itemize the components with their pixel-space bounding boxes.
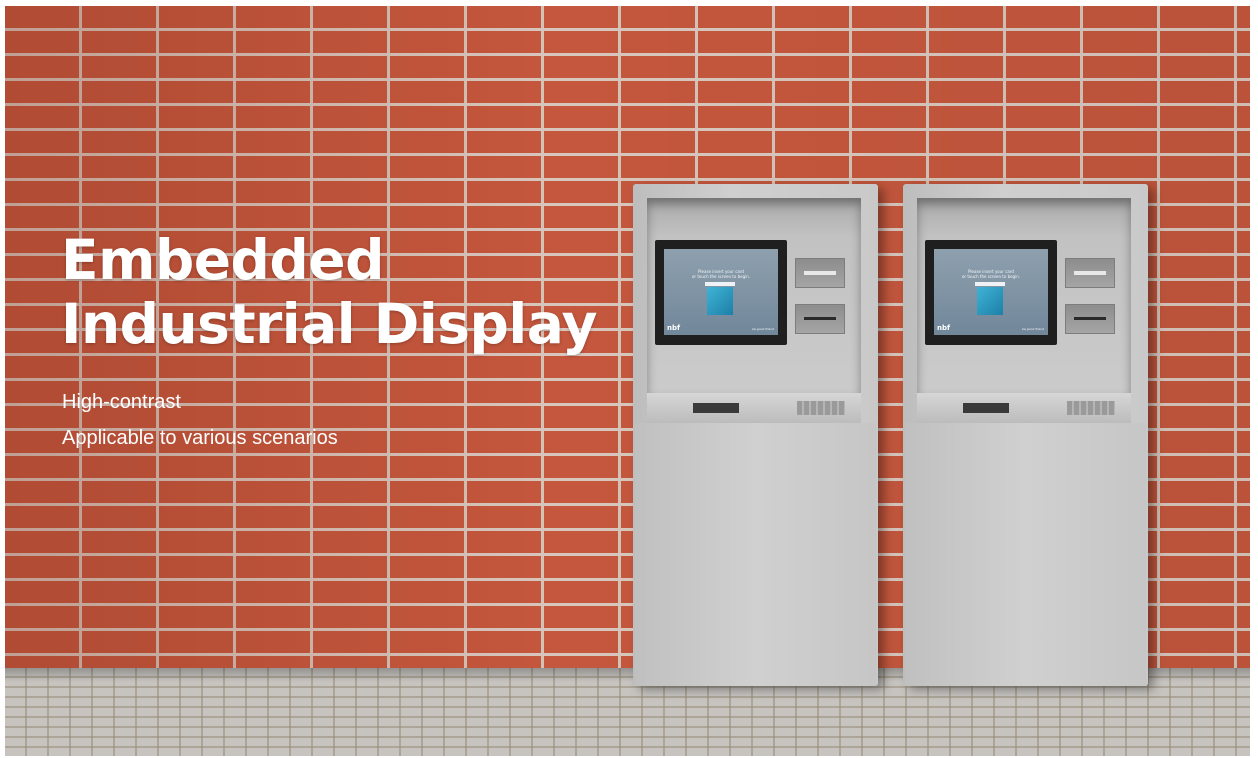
- receipt-slot-opening: [804, 271, 836, 275]
- card-reader: [693, 403, 739, 413]
- feature-item-scenarios: Applicable to various scenarios: [62, 427, 338, 449]
- card-slot-graphic: [705, 282, 735, 286]
- card-slot-graphic: [975, 282, 1005, 286]
- kiosk-display: Please insert your card or touch the scr…: [664, 249, 778, 335]
- kiosk-message-line2: or touch the screen to begin.: [691, 274, 751, 279]
- card-icon: [977, 287, 1003, 315]
- kiosk-right: Please insert your card or touch the scr…: [903, 184, 1148, 686]
- kiosk-recess: Please insert your card or touch the scr…: [917, 198, 1131, 393]
- hero-title-line2: Industrial Display: [61, 292, 598, 356]
- kiosk-ledge: [647, 393, 861, 423]
- hero-title-line1: Embedded: [61, 228, 384, 292]
- card-slot: [795, 304, 845, 334]
- kiosk-screen-bezel: Please insert your card or touch the scr…: [655, 240, 787, 345]
- kiosk-base: [635, 423, 876, 686]
- kiosk-screen-message: Please insert your card or touch the scr…: [934, 269, 1048, 279]
- kiosk-message-line2: or touch the screen to begin.: [961, 274, 1021, 279]
- keypad: [797, 401, 845, 415]
- receipt-slot-opening: [1074, 271, 1106, 275]
- hero-banner: Embedded Industrial Display High-contras…: [5, 6, 1250, 756]
- receipt-slot: [1065, 258, 1115, 288]
- card-slot-opening: [1074, 317, 1106, 320]
- kiosk-logo: nbf: [937, 324, 951, 332]
- feature-item-high-contrast: High-contrast: [62, 391, 181, 413]
- kiosk-logo: nbf: [667, 324, 681, 332]
- feature-list: High-contrast Applicable to various scen…: [62, 384, 338, 456]
- card-icon: [707, 287, 733, 315]
- kiosk-display: Please insert your card or touch the scr…: [934, 249, 1048, 335]
- card-reader: [963, 403, 1009, 413]
- keypad: [1067, 401, 1115, 415]
- kiosk-base: [905, 423, 1146, 686]
- kiosk-left: Please insert your card or touch the scr…: [633, 184, 878, 686]
- kiosk-tagline: be good friend: [752, 327, 774, 331]
- kiosk-ledge: [917, 393, 1131, 423]
- card-slot: [1065, 304, 1115, 334]
- kiosk-tagline: be good friend: [1022, 327, 1044, 331]
- kiosk-screen-bezel: Please insert your card or touch the scr…: [925, 240, 1057, 345]
- card-slot-opening: [804, 317, 836, 320]
- hero-title: Embedded Industrial Display: [61, 228, 598, 356]
- receipt-slot: [795, 258, 845, 288]
- kiosk-recess: Please insert your card or touch the scr…: [647, 198, 861, 393]
- kiosk-screen-message: Please insert your card or touch the scr…: [664, 269, 778, 279]
